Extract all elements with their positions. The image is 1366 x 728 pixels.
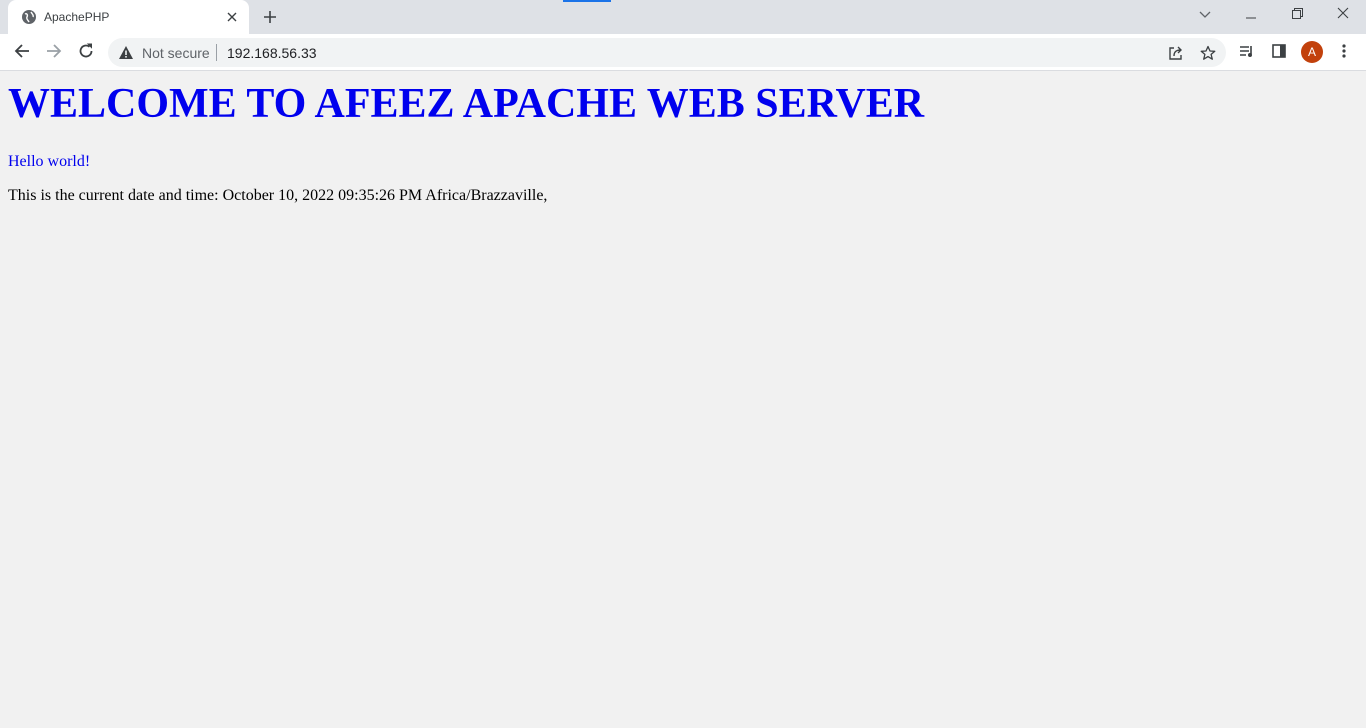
minimize-icon: [1246, 6, 1256, 24]
tab-active[interactable]: ApachePHP: [8, 0, 249, 34]
reload-button[interactable]: [72, 39, 100, 67]
close-icon[interactable]: [224, 9, 240, 25]
star-icon[interactable]: [1199, 44, 1217, 62]
side-panel-button[interactable]: [1265, 39, 1293, 67]
back-button[interactable]: [8, 39, 36, 67]
minimize-button[interactable]: [1237, 4, 1265, 26]
hello-text: Hello world!: [8, 153, 91, 170]
page-heading: WELCOME TO AFEEZ APACHE WEB SERVER: [8, 81, 925, 127]
security-status[interactable]: Not secure: [142, 45, 210, 61]
media-queue-icon: [1239, 43, 1255, 64]
chevron-down-icon: [1199, 6, 1211, 24]
tab-search-button[interactable]: [1191, 4, 1219, 26]
back-arrow-icon: [14, 43, 30, 64]
restore-button[interactable]: [1283, 4, 1311, 26]
tab-title: ApachePHP: [44, 10, 110, 24]
avatar-letter: A: [1307, 45, 1316, 59]
side-panel-icon: [1272, 43, 1286, 63]
page-content: WELCOME TO AFEEZ APACHE WEB SERVER Hello…: [0, 72, 1366, 728]
browser-toolbar: Not secure 192.168.56.33 A: [0, 34, 1366, 71]
separator: [216, 44, 217, 61]
window-close-button[interactable]: [1329, 4, 1357, 26]
datetime-text: This is the current date and time: Octob…: [8, 187, 548, 204]
menu-button[interactable]: [1330, 39, 1358, 67]
kebab-menu-icon: [1342, 43, 1346, 64]
share-icon[interactable]: [1167, 44, 1185, 62]
address-bar[interactable]: Not secure 192.168.56.33: [108, 38, 1226, 67]
url-text[interactable]: 192.168.56.33: [227, 45, 317, 61]
tab-strip: ApachePHP: [0, 0, 1366, 34]
tab-indicator: [563, 0, 611, 2]
new-tab-button[interactable]: [260, 8, 280, 26]
globe-icon: [21, 9, 37, 25]
forward-arrow-icon: [46, 43, 62, 64]
forward-button[interactable]: [40, 39, 68, 67]
avatar[interactable]: A: [1301, 41, 1323, 63]
warning-icon[interactable]: [118, 45, 134, 61]
restore-icon: [1291, 6, 1303, 24]
media-control-button[interactable]: [1233, 39, 1261, 67]
close-icon: [1337, 6, 1349, 24]
reload-icon: [78, 43, 94, 64]
